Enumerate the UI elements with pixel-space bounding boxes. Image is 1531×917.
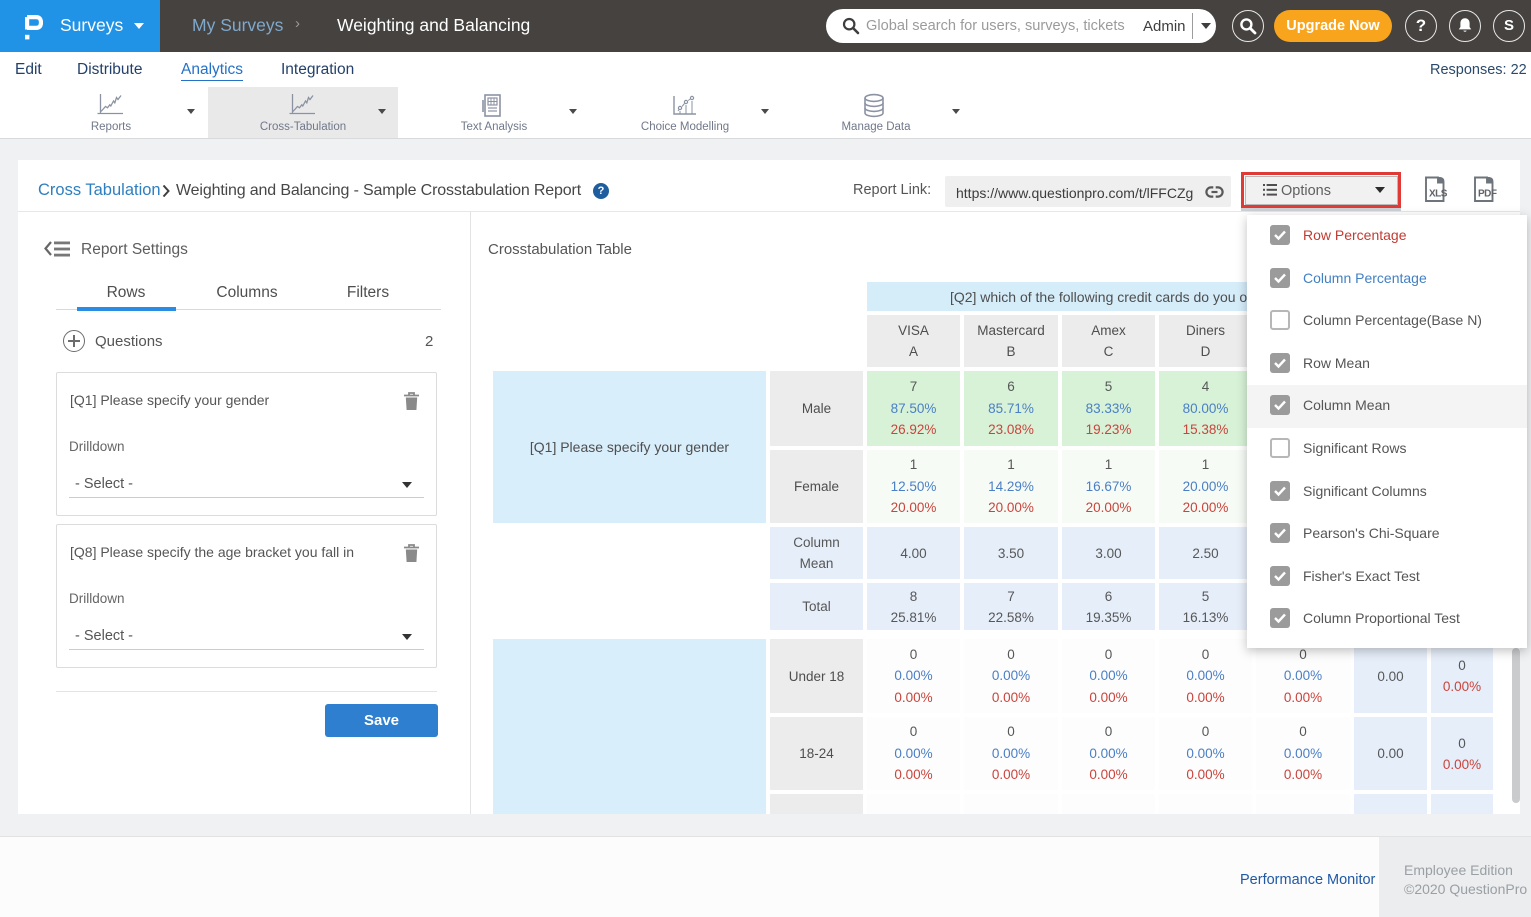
svg-text:XLS: XLS	[1429, 189, 1448, 200]
svg-text:PDF: PDF	[1478, 189, 1497, 200]
